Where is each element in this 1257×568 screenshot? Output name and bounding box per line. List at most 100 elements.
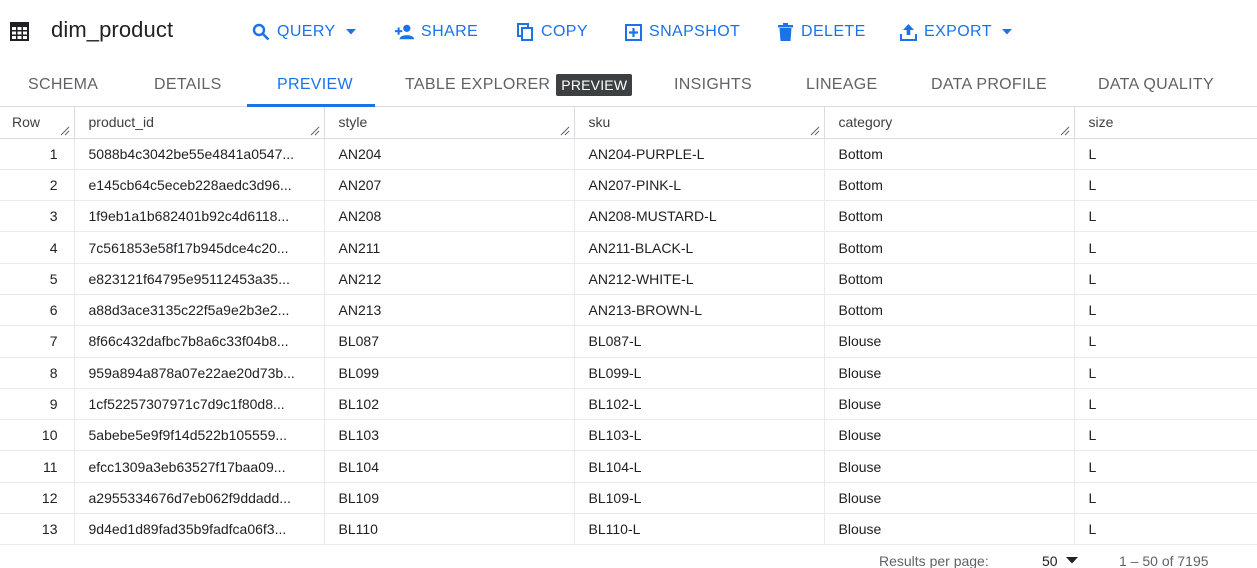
sku-cell[interactable]: BL110-L bbox=[574, 513, 825, 546]
column-header-size[interactable]: size bbox=[1074, 107, 1257, 139]
style-cell[interactable]: BL109 bbox=[324, 482, 575, 515]
size-cell[interactable]: L bbox=[1074, 138, 1257, 170]
size-cell[interactable]: L bbox=[1074, 482, 1257, 515]
product-id-cell[interactable]: 959a894a878a07e22ae20d73b... bbox=[74, 357, 325, 389]
table-row[interactable]: 3 1f9eb1a1b682401b92c4d6118... AN208 AN208-… bbox=[0, 200, 1257, 233]
style-cell[interactable]: BL103 bbox=[324, 419, 575, 452]
category-cell[interactable]: Bottom bbox=[824, 231, 1075, 264]
category-cell[interactable]: Bottom bbox=[824, 169, 1075, 202]
category-cell[interactable]: Blouse bbox=[824, 482, 1075, 515]
category-cell[interactable]: Bottom bbox=[824, 294, 1075, 327]
category-cell[interactable]: Blouse bbox=[824, 450, 1075, 483]
resize-handle-icon[interactable] bbox=[1060, 126, 1070, 136]
product-id-cell[interactable]: a88d3ace3135c22f5a9e2b3e2... bbox=[74, 294, 325, 327]
results-per-page-select[interactable]: 50 bbox=[1042, 553, 1078, 568]
table-row[interactable]: 13 9d4ed1d89fad35b9fadfca06f3... BL110 BL11… bbox=[0, 513, 1257, 546]
delete-button[interactable]: DELETE bbox=[775, 19, 866, 45]
size-cell[interactable]: L bbox=[1074, 450, 1257, 483]
size-cell[interactable]: L bbox=[1074, 513, 1257, 546]
style-cell[interactable]: BL102 bbox=[324, 388, 575, 421]
size-cell[interactable]: L bbox=[1074, 263, 1257, 295]
style-cell[interactable]: AN211 bbox=[324, 231, 575, 264]
sku-cell[interactable]: BL104-L bbox=[574, 450, 825, 483]
column-header-row[interactable]: Row bbox=[0, 107, 75, 139]
category-cell[interactable]: Blouse bbox=[824, 357, 1075, 389]
sku-cell[interactable]: BL103-L bbox=[574, 419, 825, 452]
category-cell[interactable]: Blouse bbox=[824, 419, 1075, 452]
category-cell[interactable]: Blouse bbox=[824, 513, 1075, 546]
column-header-style[interactable]: style bbox=[324, 107, 575, 139]
resize-handle-icon[interactable] bbox=[810, 126, 820, 136]
tab-data-profile[interactable]: DATA PROFILE bbox=[931, 62, 1047, 107]
product-id-cell[interactable]: 7c561853e58f17b945dce4c20... bbox=[74, 231, 325, 264]
table-row[interactable]: 4 7c561853e58f17b945dce4c20... AN211 AN211-… bbox=[0, 231, 1257, 264]
category-cell[interactable]: Bottom bbox=[824, 263, 1075, 295]
table-row[interactable]: 5 e823121f64795e95112453a35... AN212 AN212-… bbox=[0, 263, 1257, 295]
table-row[interactable]: 8 959a894a878a07e22ae20d73b... BL099 BL099-… bbox=[0, 357, 1257, 389]
resize-handle-icon[interactable] bbox=[60, 126, 70, 136]
tab-schema[interactable]: SCHEMA bbox=[28, 62, 98, 107]
product-id-cell[interactable]: 8f66c432dafbc7b8a6c33f04b8... bbox=[74, 325, 325, 358]
product-id-cell[interactable]: e823121f64795e95112453a35... bbox=[74, 263, 325, 295]
tab-lineage[interactable]: LINEAGE bbox=[806, 62, 877, 107]
size-cell[interactable]: L bbox=[1074, 325, 1257, 358]
style-cell[interactable]: AN207 bbox=[324, 169, 575, 202]
sku-cell[interactable]: AN212-WHITE-L bbox=[574, 263, 825, 295]
product-id-cell[interactable]: efcc1309a3eb63527f17baa09... bbox=[74, 450, 325, 483]
size-cell[interactable]: L bbox=[1074, 200, 1257, 233]
tab-details[interactable]: DETAILS bbox=[154, 62, 222, 107]
table-row[interactable]: 1 5088b4c3042be55e4841a0547... AN204 AN204-… bbox=[0, 138, 1257, 170]
product-id-cell[interactable]: 1f9eb1a1b682401b92c4d6118... bbox=[74, 200, 325, 233]
sku-cell[interactable]: BL099-L bbox=[574, 357, 825, 389]
resize-handle-icon[interactable] bbox=[560, 126, 570, 136]
sku-cell[interactable]: AN208-MUSTARD-L bbox=[574, 200, 825, 233]
style-cell[interactable]: AN208 bbox=[324, 200, 575, 233]
product-id-cell[interactable]: e145cb64c5eceb228aedc3d96... bbox=[74, 169, 325, 202]
table-row[interactable]: 7 8f66c432dafbc7b8a6c33f04b8... BL087 BL087… bbox=[0, 325, 1257, 358]
query-button[interactable]: QUERY bbox=[251, 19, 358, 45]
product-id-cell[interactable]: a2955334676d7eb062f9ddadd... bbox=[74, 482, 325, 515]
size-cell[interactable]: L bbox=[1074, 294, 1257, 327]
sku-cell[interactable]: BL109-L bbox=[574, 482, 825, 515]
sku-cell[interactable]: AN213-BROWN-L bbox=[574, 294, 825, 327]
product-id-cell[interactable]: 1cf52257307971c7d9c1f80d8... bbox=[74, 388, 325, 421]
style-cell[interactable]: BL104 bbox=[324, 450, 575, 483]
table-row[interactable]: 11 efcc1309a3eb63527f17baa09... BL104 BL104… bbox=[0, 450, 1257, 483]
style-cell[interactable]: AN204 bbox=[324, 138, 575, 170]
product-id-cell[interactable]: 5abebe5e9f9f14d522b105559... bbox=[74, 419, 325, 452]
column-header-sku[interactable]: sku bbox=[574, 107, 825, 139]
product-id-cell[interactable]: 9d4ed1d89fad35b9fadfca06f3... bbox=[74, 513, 325, 546]
sku-cell[interactable]: AN211-BLACK-L bbox=[574, 231, 825, 264]
tab-data-quality[interactable]: DATA QUALITY bbox=[1098, 62, 1214, 107]
export-button[interactable]: EXPORT bbox=[898, 19, 1014, 45]
sku-cell[interactable]: BL087-L bbox=[574, 325, 825, 358]
style-cell[interactable]: AN213 bbox=[324, 294, 575, 327]
table-row[interactable]: 6 a88d3ace3135c22f5a9e2b3e2... AN213 AN213-… bbox=[0, 294, 1257, 327]
tab-insights[interactable]: INSIGHTS bbox=[674, 62, 752, 107]
size-cell[interactable]: L bbox=[1074, 357, 1257, 389]
table-row[interactable]: 12 a2955334676d7eb062f9ddadd... BL109 BL109… bbox=[0, 482, 1257, 515]
snapshot-button[interactable]: SNAPSHOT bbox=[623, 19, 740, 45]
column-header-product-id[interactable]: product_id bbox=[74, 107, 325, 139]
tab-preview[interactable]: PREVIEW bbox=[277, 62, 353, 107]
size-cell[interactable]: L bbox=[1074, 388, 1257, 421]
size-cell[interactable]: L bbox=[1074, 419, 1257, 452]
category-cell[interactable]: Bottom bbox=[824, 200, 1075, 233]
category-cell[interactable]: Blouse bbox=[824, 325, 1075, 358]
category-cell[interactable]: Bottom bbox=[824, 138, 1075, 170]
category-cell[interactable]: Blouse bbox=[824, 388, 1075, 421]
size-cell[interactable]: L bbox=[1074, 231, 1257, 264]
tab-table-explorer[interactable]: TABLE EXPLORER PREVIEW bbox=[405, 62, 633, 107]
table-row[interactable]: 9 1cf52257307971c7d9c1f80d8... BL102 BL102-… bbox=[0, 388, 1257, 421]
sku-cell[interactable]: AN204-PURPLE-L bbox=[574, 138, 825, 170]
product-id-cell[interactable]: 5088b4c3042be55e4841a0547... bbox=[74, 138, 325, 170]
table-row[interactable]: 2 e145cb64c5eceb228aedc3d96... AN207 AN207-… bbox=[0, 169, 1257, 202]
share-button[interactable]: SHARE bbox=[395, 19, 478, 45]
column-header-category[interactable]: category bbox=[824, 107, 1075, 139]
sku-cell[interactable]: AN207-PINK-L bbox=[574, 169, 825, 202]
copy-button[interactable]: COPY bbox=[515, 19, 588, 45]
sku-cell[interactable]: BL102-L bbox=[574, 388, 825, 421]
resize-handle-icon[interactable] bbox=[310, 126, 320, 136]
style-cell[interactable]: BL087 bbox=[324, 325, 575, 358]
style-cell[interactable]: AN212 bbox=[324, 263, 575, 295]
